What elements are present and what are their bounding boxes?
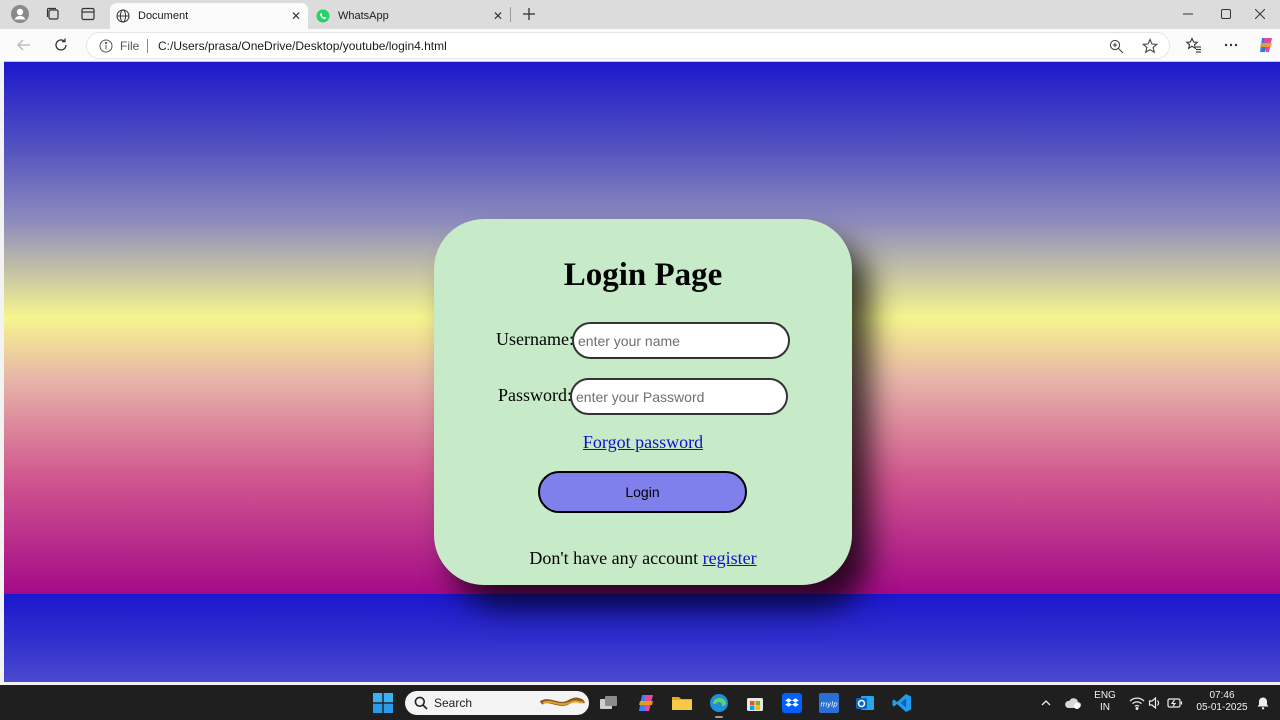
maximize-icon[interactable] [1208, 3, 1244, 25]
password-label: Password: [498, 385, 573, 405]
search-label: Search [434, 696, 473, 710]
more-options-icon[interactable] [1219, 33, 1243, 57]
login-button[interactable]: Login [538, 471, 747, 513]
url-text[interactable]: C:/Users/prasa/OneDrive/Desktop/youtube/… [158, 39, 447, 53]
tab-strip: Document ✕ WhatsApp ✕ [0, 0, 1280, 29]
minimize-icon[interactable] [1170, 3, 1206, 25]
copilot-taskbar-icon[interactable] [633, 690, 659, 716]
login-card: Login Page Username: Password: Forgot pa… [434, 219, 852, 585]
outlook-icon[interactable] [852, 690, 878, 716]
tab-title: WhatsApp [338, 10, 389, 22]
onedrive-weather-icon[interactable] [1060, 690, 1086, 716]
tab-document[interactable]: Document ✕ [110, 3, 308, 29]
tab-whatsapp[interactable]: WhatsApp ✕ [310, 3, 510, 29]
profile-icon[interactable] [8, 3, 32, 25]
address-bar[interactable]: File C:/Users/prasa/OneDrive/Desktop/you… [86, 32, 1170, 59]
copilot-icon[interactable] [1254, 33, 1278, 57]
task-view-icon[interactable] [596, 690, 622, 716]
tab-actions-icon[interactable] [76, 3, 100, 25]
username-label: Username: [496, 329, 574, 349]
favorites-icon[interactable] [1182, 33, 1206, 57]
page-lower-background [4, 594, 1280, 682]
register-prompt: Don't have any account register [434, 548, 852, 569]
favorite-star-icon[interactable] [1142, 38, 1158, 54]
close-window-icon[interactable] [1242, 3, 1278, 25]
language-code: ENG [1094, 690, 1116, 701]
back-icon[interactable] [12, 33, 36, 57]
notification-bell-icon[interactable] [1250, 690, 1276, 716]
zoom-icon[interactable] [1108, 38, 1124, 54]
store-icon[interactable] [742, 690, 768, 716]
battery-charging-icon[interactable] [1162, 690, 1188, 716]
info-icon[interactable] [99, 39, 113, 53]
browser-toolbar: File C:/Users/prasa/OneDrive/Desktop/you… [0, 29, 1280, 61]
workspaces-icon[interactable] [41, 3, 65, 25]
taskbar-search[interactable]: Search [405, 691, 589, 715]
new-tab-icon[interactable] [518, 4, 540, 24]
username-input[interactable] [572, 322, 790, 359]
whatsapp-icon [316, 9, 330, 23]
dropbox-icon[interactable] [779, 690, 805, 716]
password-input[interactable] [570, 378, 788, 415]
close-tab-icon[interactable]: ✕ [490, 8, 506, 24]
input-language[interactable]: ENG IN [1090, 690, 1120, 714]
vscode-icon[interactable] [889, 690, 915, 716]
clock[interactable]: 07:46 05-01-2025 [1190, 690, 1254, 714]
clock-time: 07:46 [1209, 690, 1235, 701]
clock-date: 05-01-2025 [1196, 702, 1248, 713]
svg-text:mylp: mylp [820, 701, 838, 709]
edge-active-indicator [715, 716, 723, 718]
mylp-app-icon[interactable]: mylp [816, 690, 842, 716]
globe-icon [116, 9, 130, 23]
forgot-password-link[interactable]: Forgot password [434, 432, 852, 453]
scheme-label: File [120, 39, 140, 53]
register-link[interactable]: register [703, 548, 757, 568]
address-divider [147, 39, 148, 53]
page-title: Login Page [563, 257, 723, 293]
file-explorer-icon[interactable] [669, 690, 695, 716]
region-code: IN [1100, 702, 1110, 713]
refresh-icon[interactable] [49, 33, 73, 57]
search-icon [414, 696, 428, 710]
start-icon[interactable] [370, 690, 396, 716]
search-highlight-icon [539, 693, 586, 713]
close-tab-icon[interactable]: ✕ [288, 8, 304, 24]
show-hidden-icons-chevron[interactable] [1033, 690, 1059, 716]
tab-divider [510, 7, 511, 22]
register-prompt-text: Don't have any account [529, 548, 699, 568]
taskbar: Search mylp ENG IN 07:46 05-01-2025 [0, 685, 1280, 720]
tab-title: Document [138, 10, 189, 22]
page-viewport: Login Page Username: Password: Forgot pa… [4, 61, 1280, 682]
edge-icon[interactable] [706, 690, 732, 716]
